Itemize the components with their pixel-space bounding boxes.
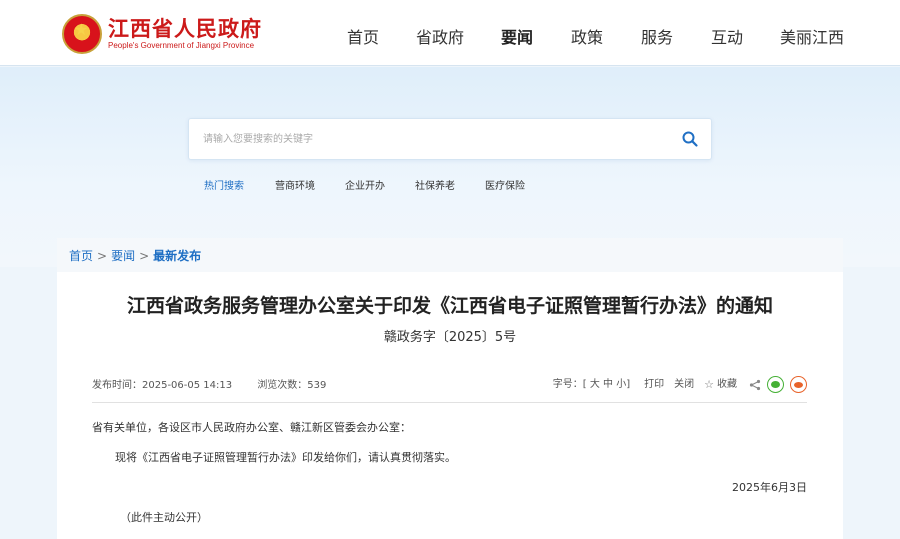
hot-link-social-security[interactable]: 社保养老	[415, 180, 455, 194]
meta-divider	[92, 402, 807, 403]
nav-policy[interactable]: 政策	[571, 28, 603, 48]
article-date: 2025年6月3日	[732, 481, 807, 494]
font-size-large[interactable]: 大	[590, 379, 600, 390]
view-count: 浏览次数：539	[257, 380, 327, 391]
search-banner	[0, 67, 900, 267]
hot-search-label: 热门搜索	[204, 181, 244, 192]
weibo-share-icon[interactable]	[790, 376, 807, 393]
article-title: 江西省政务服务管理办公室关于印发《江西省电子证照管理暂行办法》的通知	[126, 295, 773, 317]
search-box	[188, 118, 712, 160]
breadcrumb-separator: >	[97, 249, 108, 263]
nav-provincial-government[interactable]: 省政府	[416, 28, 464, 48]
nav-home[interactable]: 首页	[347, 28, 379, 48]
hot-link-business-environment[interactable]: 营商环境	[275, 180, 315, 194]
breadcrumb-home[interactable]: 首页	[69, 249, 93, 263]
breadcrumb-latest[interactable]: 最新发布	[153, 249, 201, 263]
main-nav: 首页 省政府 要闻 政策 服务 互动 美丽江西	[0, 28, 900, 48]
document-number: 赣政务字〔2025〕5号	[383, 330, 517, 345]
nav-interaction[interactable]: 互动	[711, 28, 743, 48]
star-icon: ☆	[704, 377, 714, 391]
favorite-label: 收藏	[717, 378, 737, 390]
font-size-bracket-open: [	[582, 378, 587, 390]
font-size-small[interactable]: 小	[616, 379, 626, 390]
article-card: 首页 > 要闻 > 最新发布 江西省政务服务管理办公室关于印发《江西省电子证照管理暂行办…	[57, 238, 843, 539]
share-icon[interactable]	[749, 379, 761, 391]
close-button[interactable]: 关闭	[674, 377, 694, 393]
article-paragraph: 现将《江西省电子证照管理暂行办法》印发给你们，请认真贯彻落实。	[115, 451, 456, 464]
nav-beautiful-jiangxi[interactable]: 美丽江西	[780, 28, 844, 48]
font-size-control: 字号：[ 大 中 小]	[553, 377, 630, 393]
breadcrumb-news[interactable]: 要闻	[111, 249, 135, 263]
favorite-button[interactable]: ☆ 收藏	[704, 377, 737, 393]
hot-link-business-startup[interactable]: 企业开办	[345, 180, 385, 194]
font-size-bracket-close: ]	[626, 378, 631, 390]
breadcrumb-bar: 首页 > 要闻 > 最新发布	[57, 238, 843, 272]
font-size-medium[interactable]: 中	[603, 379, 613, 390]
search-icon[interactable]	[681, 130, 699, 148]
article-tools: 字号：[ 大 中 小] 打印 关闭 ☆ 收藏	[543, 376, 807, 393]
publish-time: 发布时间：2025-06-05 14:13	[92, 380, 233, 391]
site-header: 江西省人民政府 People's Government of Jiangxi P…	[0, 0, 900, 66]
nav-news[interactable]: 要闻	[501, 28, 533, 48]
search-input[interactable]	[203, 129, 643, 149]
print-button[interactable]: 打印	[644, 377, 664, 393]
article-salutation: 省有关单位，各设区市人民政府办公室、赣江新区管委会办公室：	[92, 421, 411, 434]
breadcrumb-separator: >	[139, 249, 150, 263]
nav-services[interactable]: 服务	[641, 28, 673, 48]
public-notice: （此件主动公开）	[120, 511, 208, 524]
wechat-share-icon[interactable]	[767, 376, 784, 393]
breadcrumb: 首页 > 要闻 > 最新发布	[69, 248, 201, 264]
hot-link-medical-insurance[interactable]: 医疗保险	[485, 180, 525, 194]
article-meta: 发布时间：2025-06-05 14:13 浏览次数：539 字号：[ 大 中 …	[92, 376, 807, 396]
hot-search-links: 热门搜索 营商环境 企业开办 社保养老 医疗保险	[0, 180, 900, 194]
meta-info: 发布时间：2025-06-05 14:13 浏览次数：539	[92, 378, 348, 394]
font-size-label: 字号：	[552, 378, 583, 390]
